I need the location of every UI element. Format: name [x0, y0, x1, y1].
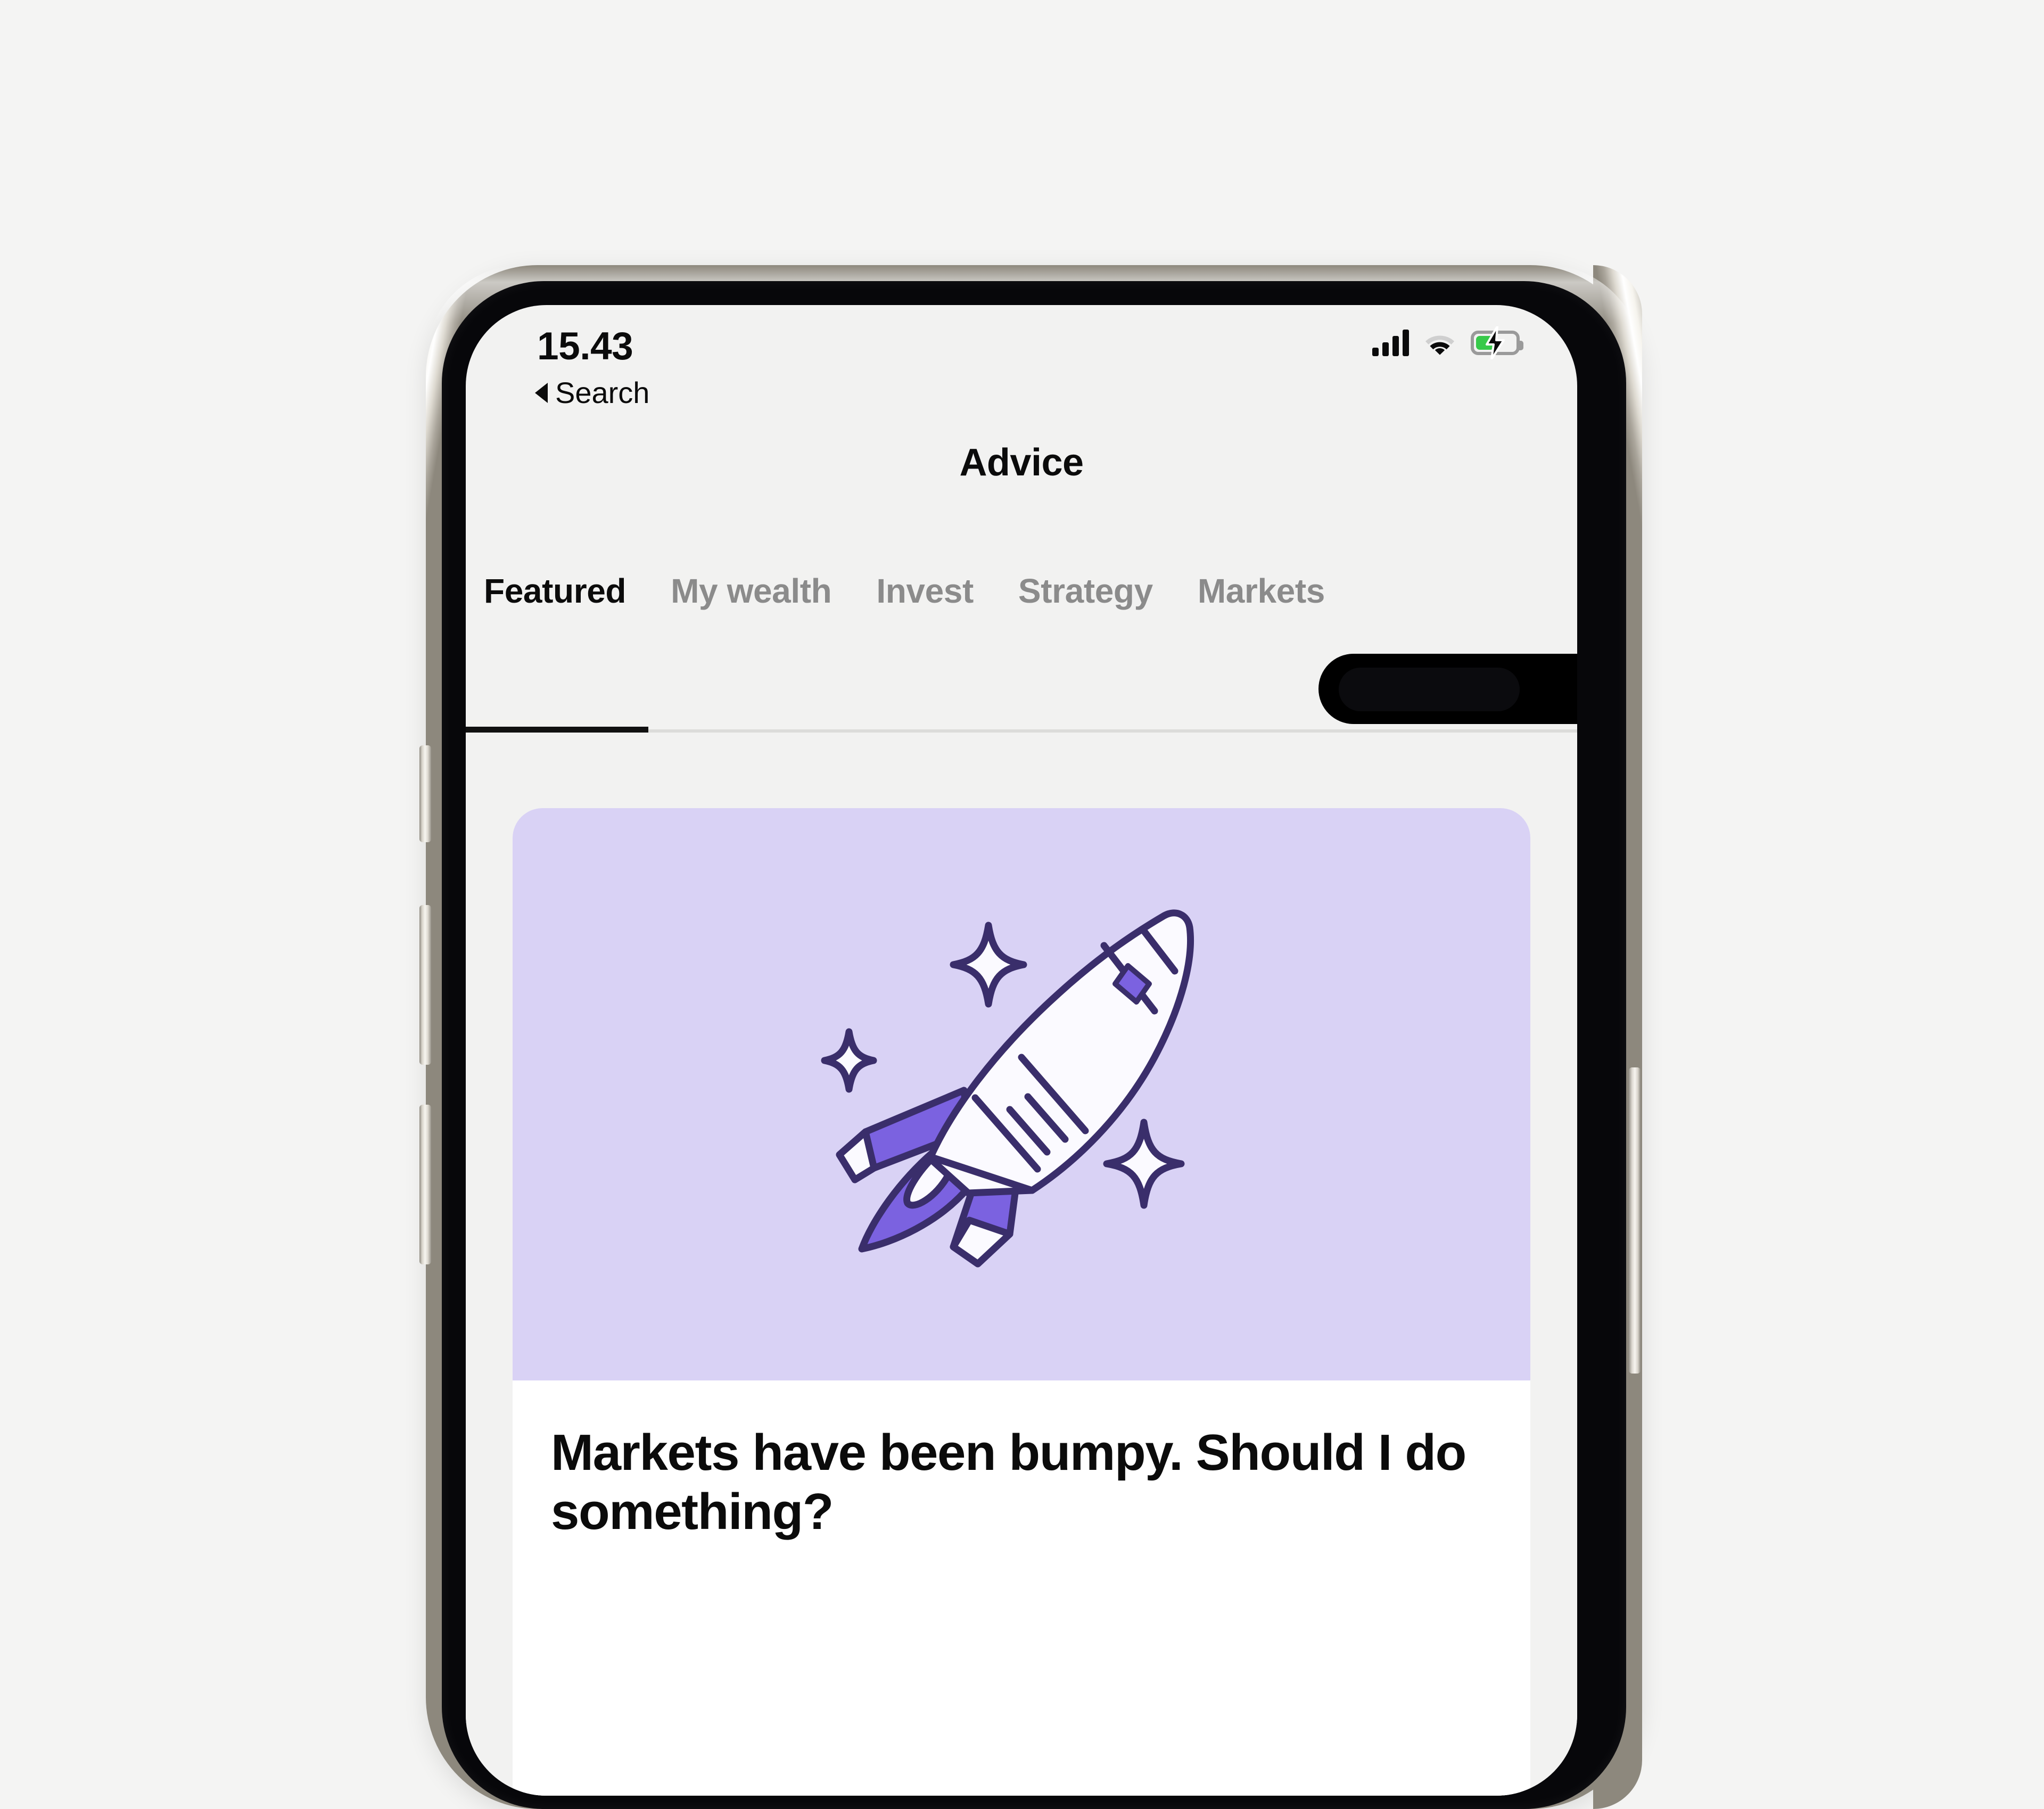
status-time: 15.43 [537, 325, 633, 368]
cellular-signal-icon [1372, 330, 1409, 356]
screenshot-stage: 15.43 Search Advice Featured My wealth I… [0, 0, 2044, 1809]
battery-charging-icon [1471, 326, 1523, 359]
article-card[interactable]: Markets have been bumpy. Should I do som… [513, 808, 1530, 1796]
tab-my-wealth[interactable]: My wealth [648, 555, 854, 611]
wifi-icon [1425, 335, 1454, 355]
volume-down-button[interactable] [419, 1105, 431, 1264]
tab-strategy[interactable]: Strategy [996, 555, 1175, 611]
volume-up-button[interactable] [419, 905, 431, 1065]
charging-bolt-icon [1486, 326, 1505, 359]
article-card-title: Markets have been bumpy. Should I do som… [551, 1424, 1466, 1541]
tab-featured[interactable]: Featured [466, 555, 648, 611]
page-title: Advice [959, 441, 1084, 484]
tab-invest[interactable]: Invest [854, 555, 996, 611]
back-to-search-link[interactable]: Search [535, 375, 649, 410]
tab-markets[interactable]: Markets [1175, 555, 1347, 611]
status-indicators [1372, 326, 1523, 359]
dynamic-island[interactable] [1318, 654, 1577, 724]
article-card-media [513, 808, 1530, 1380]
tab-active-indicator [466, 727, 648, 733]
rocket-illustration [821, 909, 1194, 1267]
dynamic-island-pill [1339, 668, 1520, 711]
tab-list[interactable]: Featured My wealth Invest Strategy Marke… [466, 555, 1347, 611]
article-card-body: Markets have been bumpy. Should I do som… [513, 1380, 1530, 1542]
power-button[interactable] [1629, 1067, 1641, 1374]
back-link-label: Search [555, 376, 650, 409]
feed-scroll-area[interactable]: Markets have been bumpy. Should I do som… [466, 733, 1577, 1796]
silence-switch[interactable] [419, 745, 431, 842]
phone-screen: 15.43 Search Advice Featured My wealth I… [466, 305, 1577, 1796]
back-caret-icon [535, 382, 548, 403]
